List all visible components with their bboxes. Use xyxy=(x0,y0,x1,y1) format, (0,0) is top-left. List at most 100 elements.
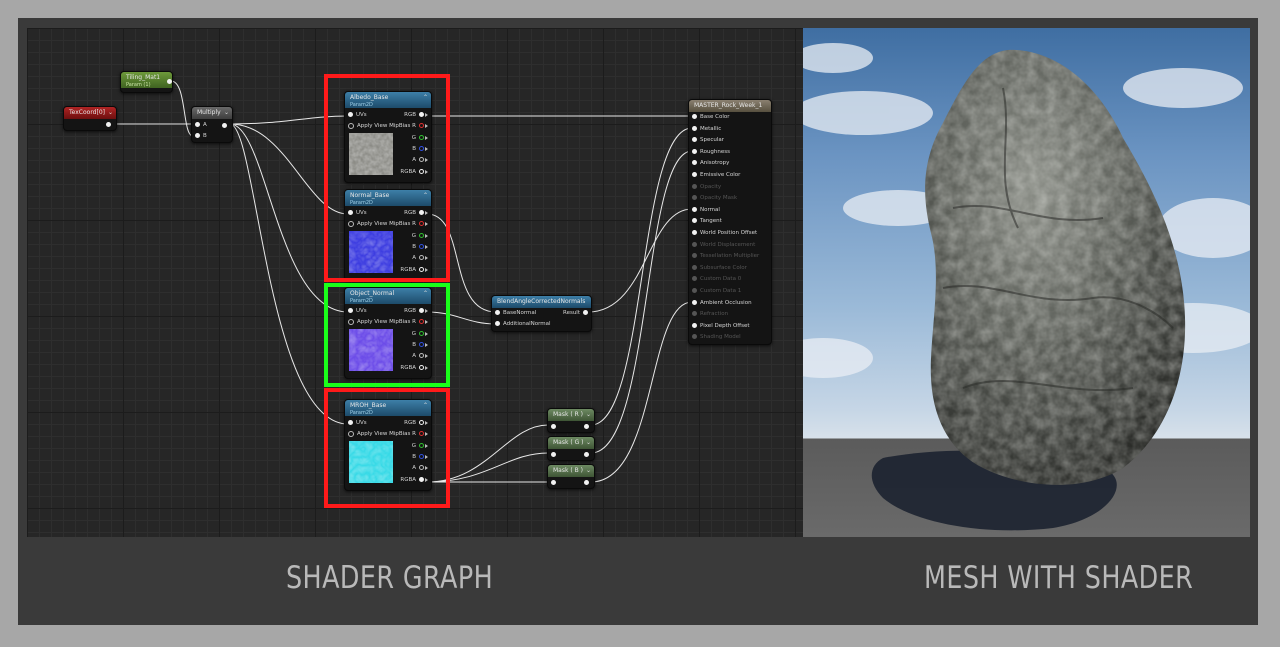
pin-label: Ambient Occlusion xyxy=(700,299,752,306)
node-title: Mask ( R ) xyxy=(553,411,584,418)
master-input-anisotropy[interactable]: Anisotropy xyxy=(692,159,729,167)
master-input-opacity-mask[interactable]: Opacity Mask xyxy=(692,194,737,202)
chevron-down-icon[interactable]: ⌄ xyxy=(586,439,591,447)
output-pin[interactable] xyxy=(584,452,589,457)
mesh-preview-viewport[interactable] xyxy=(803,28,1250,537)
node-title: Multiply xyxy=(197,109,221,116)
input-pin[interactable] xyxy=(195,133,200,138)
master-input-subsurface-color[interactable]: Subsurface Color xyxy=(692,264,747,272)
output-pin[interactable] xyxy=(583,310,588,315)
output-pin[interactable] xyxy=(106,122,111,127)
input-pin[interactable] xyxy=(692,264,697,270)
pin-label: Pixel Depth Offset xyxy=(700,322,750,329)
input-pin[interactable] xyxy=(692,288,697,293)
master-input-specular[interactable]: Specular xyxy=(692,136,724,144)
input-pin[interactable] xyxy=(692,241,697,247)
shader-graph-canvas[interactable]: Tiling_Mat1 Param (1) TexCoord[0] ⌄ Mult… xyxy=(27,28,803,537)
input-pin[interactable] xyxy=(692,148,697,154)
pin-label: BaseNormal xyxy=(503,310,537,316)
input-pin[interactable] xyxy=(692,218,697,224)
node-title: Mask ( G ) xyxy=(553,439,584,446)
chevron-down-icon[interactable]: ⌄ xyxy=(586,467,591,475)
input-pin[interactable] xyxy=(692,322,697,328)
master-input-metallic[interactable]: Metallic xyxy=(692,125,721,133)
input-pin[interactable] xyxy=(692,276,697,282)
input-pin[interactable] xyxy=(692,299,697,305)
master-input-custom-data-0[interactable]: Custom Data 0 xyxy=(692,275,741,283)
input-pin[interactable] xyxy=(551,452,556,457)
output-pin[interactable] xyxy=(584,424,589,429)
shader-graph-caption: SHADER GRAPH xyxy=(286,560,494,596)
master-input-ambient-occlusion[interactable]: Ambient Occlusion xyxy=(692,299,752,307)
master-input-world-displacement[interactable]: World Displacement xyxy=(692,241,755,249)
mask-g-node[interactable]: Mask ( G ) ⌄ xyxy=(547,436,595,461)
output-pin[interactable] xyxy=(584,480,589,485)
pin-label: Opacity Mask xyxy=(700,195,738,202)
pin-label: Anisotropy xyxy=(700,160,730,167)
master-input-shading-model[interactable]: Shading Model xyxy=(692,333,741,341)
red-highlight-box-mroh xyxy=(324,388,450,508)
node-title: BlendAngleCorrectedNormals xyxy=(497,298,586,305)
blend-normals-node[interactable]: BlendAngleCorrectedNormals BaseNormal Ad… xyxy=(491,295,592,332)
node-header: BlendAngleCorrectedNormals xyxy=(492,296,591,308)
pin-label: B xyxy=(203,133,207,139)
master-input-tangent[interactable]: Tangent xyxy=(692,217,722,225)
node-header: TexCoord[0] ⌄ xyxy=(64,107,116,119)
node-subtitle: Param (1) xyxy=(126,82,151,88)
master-input-world-position-offset[interactable]: World Position Offset xyxy=(692,229,757,237)
pin-label: Tangent xyxy=(700,218,722,225)
pin-label: Custom Data 0 xyxy=(700,276,742,283)
input-pin[interactable] xyxy=(692,230,697,235)
input-pin[interactable] xyxy=(495,321,500,326)
input-pin[interactable] xyxy=(692,172,697,177)
master-input-opacity[interactable]: Opacity xyxy=(692,183,721,191)
pin-label: Base Color xyxy=(700,114,730,120)
input-pin[interactable] xyxy=(551,424,556,429)
input-pin[interactable] xyxy=(495,310,500,315)
output-pin[interactable] xyxy=(222,123,227,128)
chevron-down-icon[interactable]: ⌄ xyxy=(586,411,591,419)
output-pin[interactable] xyxy=(167,79,172,84)
green-highlight-box xyxy=(324,283,450,387)
node-title: TexCoord[0] xyxy=(69,109,105,116)
master-input-refraction[interactable]: Refraction xyxy=(692,310,728,318)
input-pin[interactable] xyxy=(692,334,697,340)
master-input-base-color[interactable]: Base Color xyxy=(692,113,730,121)
input-pin[interactable] xyxy=(692,253,697,259)
multiply-node[interactable]: Multiply ⌄ A B xyxy=(191,106,233,143)
master-input-roughness[interactable]: Roughness xyxy=(692,148,730,156)
chevron-down-icon[interactable]: ⌄ xyxy=(224,109,229,117)
pin-label: World Displacement xyxy=(700,241,756,248)
texcoord-node[interactable]: TexCoord[0] ⌄ xyxy=(63,106,117,131)
master-input-custom-data-1[interactable]: Custom Data 1 xyxy=(692,287,741,295)
input-pin[interactable] xyxy=(551,480,556,485)
node-title: Mask ( B ) xyxy=(553,467,583,474)
master-material-node[interactable]: MASTER_Rock_Week_1 Base Color Metallic Spe… xyxy=(688,99,772,345)
input-b[interactable]: B xyxy=(195,132,207,140)
input-a[interactable]: A xyxy=(195,121,207,129)
input-pin[interactable] xyxy=(692,311,697,317)
input-pin[interactable] xyxy=(692,195,697,201)
node-title: Tiling_Mat1 xyxy=(126,74,161,81)
input-pin[interactable] xyxy=(692,137,697,143)
output-result[interactable]: Result xyxy=(563,309,588,317)
pin-label: Specular xyxy=(700,137,725,144)
mask-r-node[interactable]: Mask ( R ) ⌄ xyxy=(547,408,595,433)
master-input-emissive-color[interactable]: Emissive Color xyxy=(692,171,740,179)
input-pin[interactable] xyxy=(692,114,697,119)
input-pin[interactable] xyxy=(692,125,697,131)
input-additional-normal[interactable]: AdditionalNormal xyxy=(495,320,551,328)
input-pin[interactable] xyxy=(692,183,697,189)
input-pin[interactable] xyxy=(692,160,697,166)
chevron-down-icon[interactable]: ⌄ xyxy=(108,109,113,117)
master-input-pixel-depth-offset[interactable]: Pixel Depth Offset xyxy=(692,322,750,330)
input-base-normal[interactable]: BaseNormal xyxy=(495,309,536,317)
input-pin[interactable] xyxy=(692,206,697,212)
master-input-tessellation-multiplier[interactable]: Tessellation Multiplier xyxy=(692,252,759,260)
input-pin[interactable] xyxy=(195,122,200,127)
wire-tiling-multiply xyxy=(170,80,194,137)
tiling-param-node[interactable]: Tiling_Mat1 Param (1) xyxy=(120,71,173,93)
node-title: MASTER_Rock_Week_1 xyxy=(694,102,763,109)
master-input-normal[interactable]: Normal xyxy=(692,206,720,214)
mask-b-node[interactable]: Mask ( B ) ⌄ xyxy=(547,464,595,489)
